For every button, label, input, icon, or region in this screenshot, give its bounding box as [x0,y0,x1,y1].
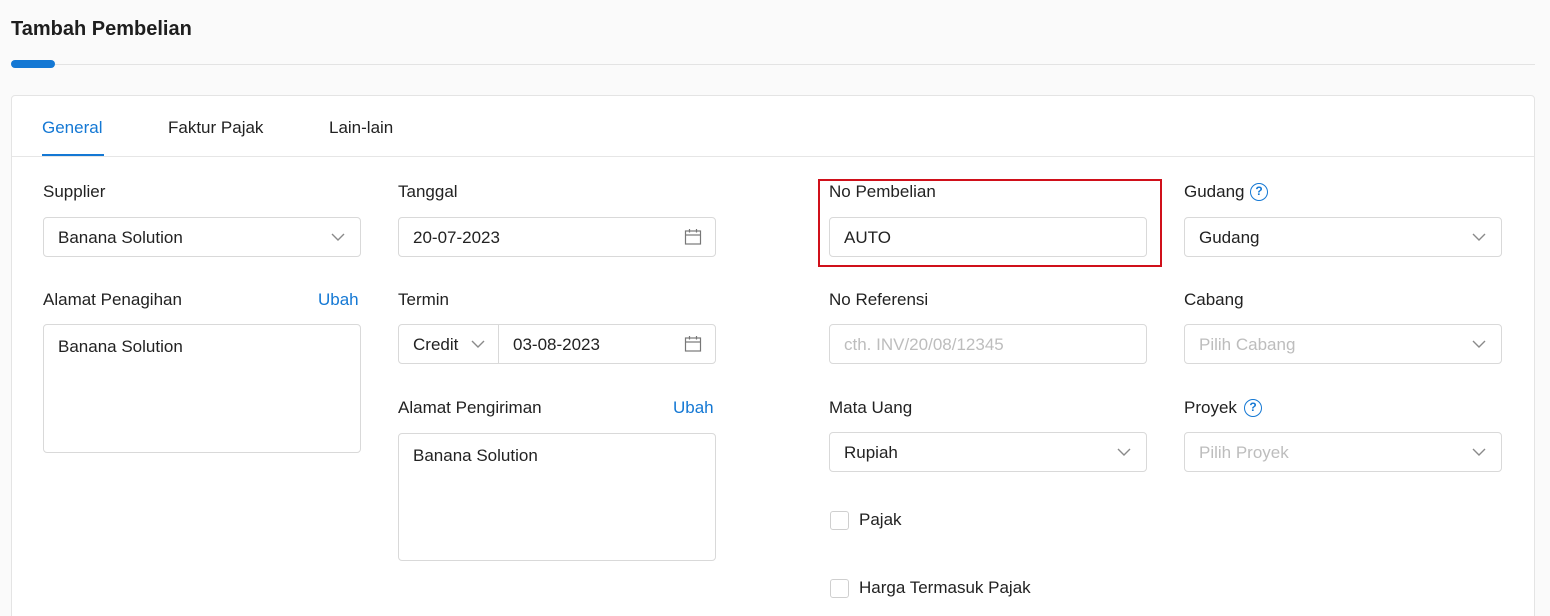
tanggal-date-field[interactable]: 20-07-2023 [398,217,716,257]
alamat-penagihan-label: Alamat Penagihan [43,290,182,309]
tab-general[interactable]: General [42,118,102,138]
harga-termasuk-pajak-checkbox[interactable] [830,579,849,598]
cabang-label: Cabang [1184,290,1244,309]
tabs-divider [12,156,1534,157]
gudang-select[interactable]: Gudang [1184,217,1502,257]
chevron-down-icon [331,233,345,241]
no-pembelian-label: No Pembelian [829,182,936,201]
alamat-pengiriman-textarea[interactable]: Banana Solution [398,433,716,561]
no-referensi-input[interactable]: cth. INV/20/08/12345 [829,324,1147,364]
tab-lain-lain[interactable]: Lain-lain [329,118,393,138]
chevron-down-icon [1117,448,1131,456]
mata-uang-label: Mata Uang [829,398,913,417]
pajak-checkbox[interactable] [830,511,849,530]
chevron-down-icon [471,340,485,348]
alamat-penagihan-edit-link[interactable]: Ubah [318,290,359,310]
gudang-value: Gudang [1199,228,1260,247]
proyek-placeholder: Pilih Proyek [1199,443,1289,462]
cabang-placeholder: Pilih Cabang [1199,335,1296,354]
no-referensi-label: No Referensi [829,290,929,309]
harga-termasuk-pajak-label: Harga Termasuk Pajak [859,578,1031,597]
chevron-down-icon [1472,340,1486,348]
termin-type-value: Credit [413,335,459,354]
chevron-down-icon [1472,233,1486,241]
tanggal-value: 20-07-2023 [413,228,500,247]
alamat-pengiriman-edit-link[interactable]: Ubah [673,398,714,418]
alamat-pengiriman-value: Banana Solution [413,446,538,465]
pajak-label: Pajak [859,510,902,529]
supplier-select[interactable]: Banana Solution [43,217,361,257]
help-circle-icon[interactable]: ? [1250,183,1268,201]
termin-type-select[interactable]: Credit [398,324,499,364]
supplier-value: Banana Solution [58,228,183,247]
calendar-icon [684,336,702,352]
no-pembelian-input[interactable]: AUTO [829,217,1147,257]
page-title: Tambah Pembelian [11,18,192,40]
cabang-select[interactable]: Pilih Cabang [1184,324,1502,364]
form-card: General Faktur Pajak Lain-lain Supplier … [11,95,1535,616]
mata-uang-value: Rupiah [844,443,898,462]
no-referensi-placeholder: cth. INV/20/08/12345 [844,335,1004,354]
alamat-pengiriman-label: Alamat Pengiriman [398,398,542,417]
termin-date-value: 03-08-2023 [513,335,600,354]
proyek-label: Proyek [1184,398,1237,417]
termin-date-field[interactable]: 03-08-2023 [498,324,716,364]
tab-faktur-pajak[interactable]: Faktur Pajak [168,118,263,138]
alamat-penagihan-value: Banana Solution [58,337,183,356]
supplier-label: Supplier [43,182,106,201]
help-circle-icon[interactable]: ? [1244,399,1262,417]
proyek-select[interactable]: Pilih Proyek [1184,432,1502,472]
chevron-down-icon [1472,448,1486,456]
termin-label: Termin [398,290,450,309]
gudang-label: Gudang [1184,182,1245,201]
tanggal-label: Tanggal [398,182,458,201]
no-pembelian-value: AUTO [844,228,891,247]
calendar-icon [684,229,702,245]
mata-uang-select[interactable]: Rupiah [829,432,1147,472]
title-divider [55,64,1535,65]
title-accent-bar [11,60,55,68]
alamat-penagihan-textarea[interactable]: Banana Solution [43,324,361,453]
